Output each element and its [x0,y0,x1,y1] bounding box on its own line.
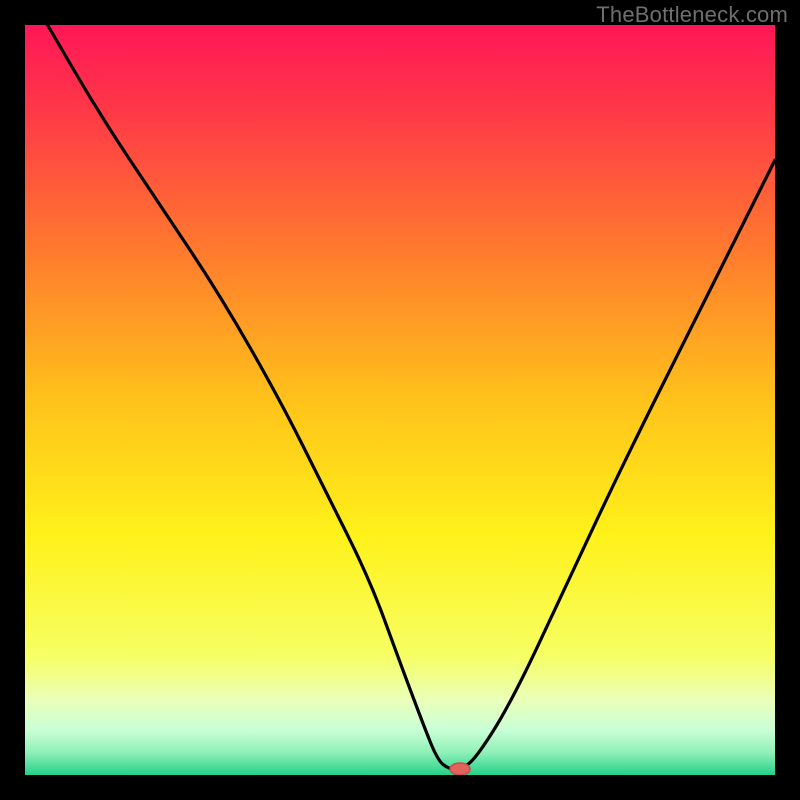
chart-frame: TheBottleneck.com [0,0,800,800]
watermark-label: TheBottleneck.com [596,2,788,28]
chart-svg [25,25,775,775]
plot-area [25,25,775,775]
optimal-point-marker [450,763,470,775]
